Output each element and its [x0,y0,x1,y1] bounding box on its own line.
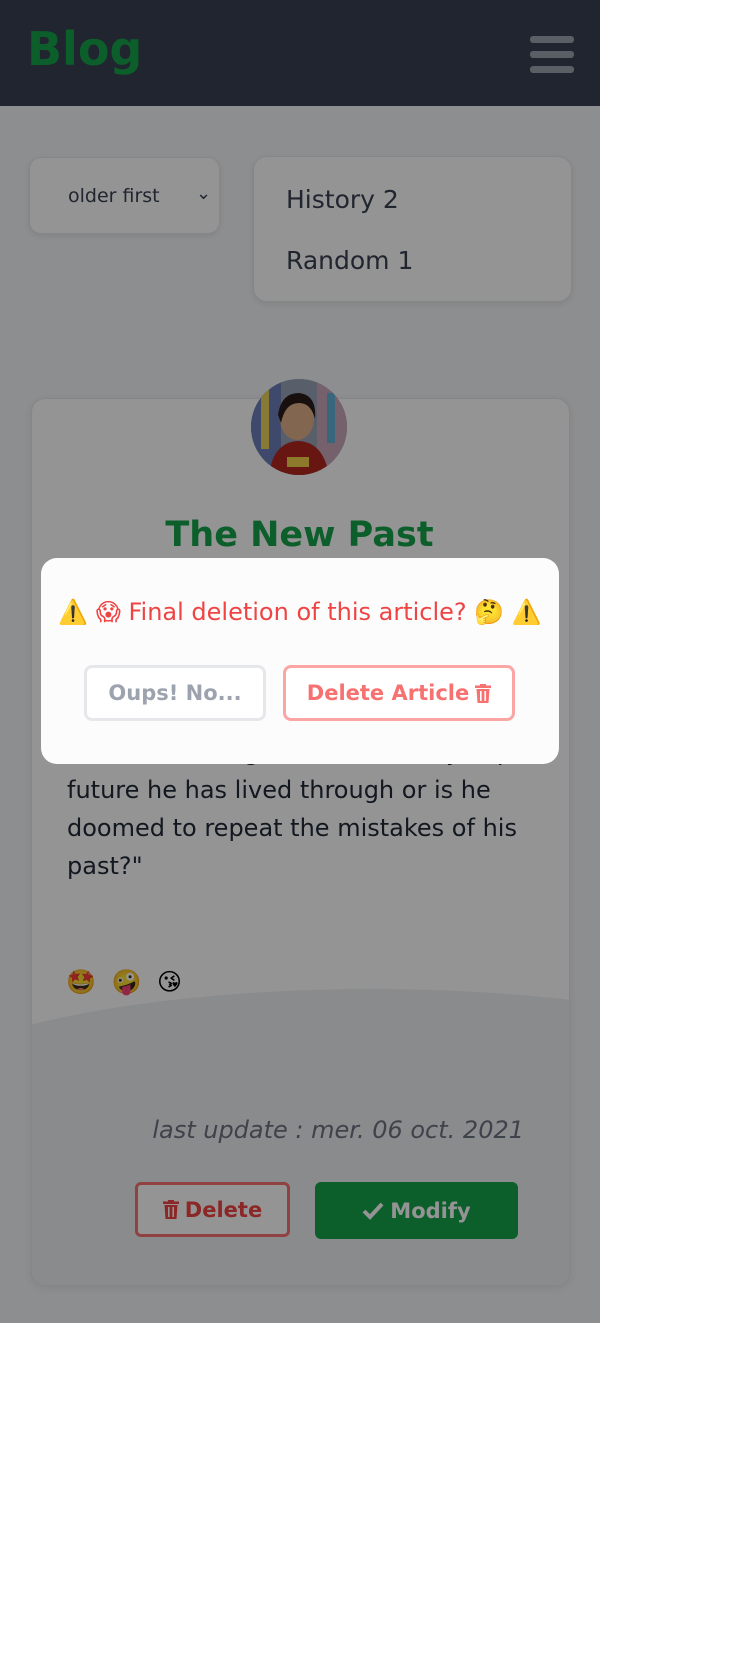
confirm-delete-message: ⚠️ 😱 Final deletion of this article? 🤔 ⚠… [58,598,542,626]
confirm-delete-modal: ⚠️ 😱 Final deletion of this article? 🤔 ⚠… [41,558,559,764]
cancel-button[interactable]: Oups! No... [84,665,266,721]
confirm-delete-label: Delete Article [306,681,470,705]
blog-app: Blog older first ⌄ History 2 Random 1 Th… [0,0,600,1323]
trash-icon [475,683,492,703]
confirm-delete-button[interactable]: Delete Article [283,665,515,721]
